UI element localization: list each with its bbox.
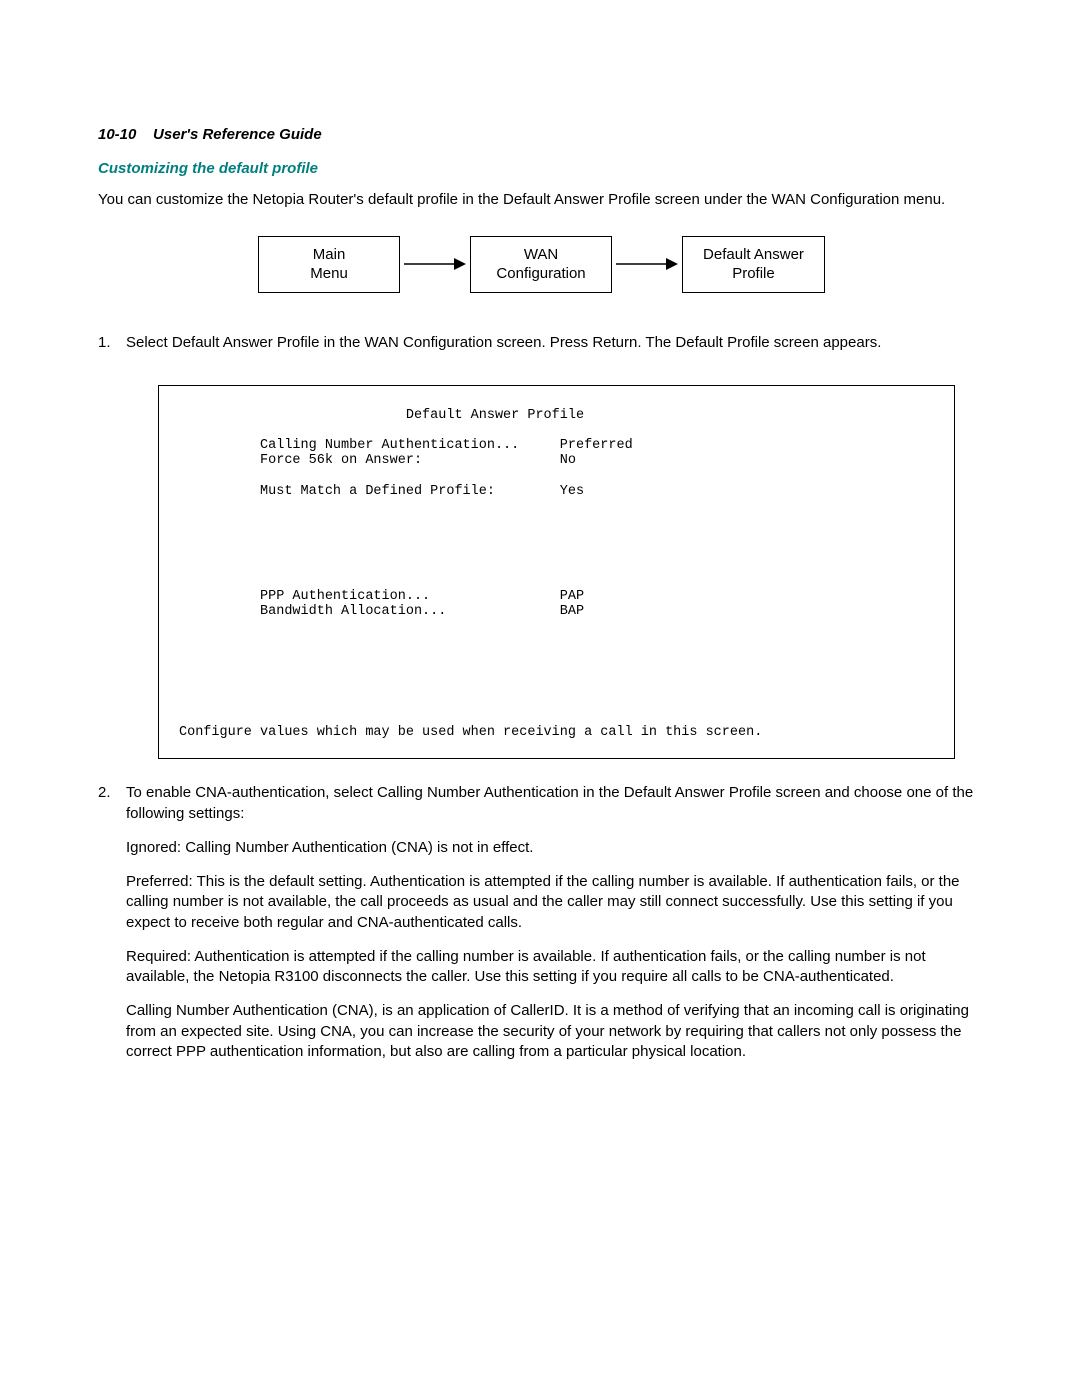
flow-box-line: Menu	[310, 265, 348, 282]
section-title: Customizing the default profile	[98, 159, 985, 179]
flow-box-default-answer-profile: Default Answer Profile	[682, 236, 825, 293]
cna-explanation: Calling Number Authentication (CNA), is …	[126, 1001, 985, 1062]
guide-title: User's Reference Guide	[153, 126, 322, 143]
step-text: Select Default Answer Profile in the WAN…	[126, 333, 985, 353]
option-ignored: Ignored: Calling Number Authentication (…	[126, 838, 985, 858]
flow-box-line: Configuration	[496, 265, 585, 282]
instruction-list-continued: 2. To enable CNA-authentication, select …	[98, 783, 985, 1076]
flow-box-main-menu: Main Menu	[258, 236, 400, 293]
step-number: 2.	[98, 783, 126, 1076]
terminal-screen: Default Answer Profile Calling Number Au…	[158, 385, 955, 759]
arrow-icon	[400, 254, 470, 274]
document-page: 10-10 User's Reference Guide Customizing…	[0, 0, 1080, 1397]
navigation-flow-diagram: Main Menu WAN Configuration Default Answ…	[98, 236, 985, 293]
flow-box-line: Main	[313, 246, 346, 263]
step-number: 1.	[98, 333, 126, 367]
page-header: 10-10 User's Reference Guide	[98, 125, 985, 145]
page-number: 10-10	[98, 126, 136, 143]
list-item: 1. Select Default Answer Profile in the …	[98, 333, 985, 367]
instruction-list: 1. Select Default Answer Profile in the …	[98, 333, 985, 367]
option-preferred: Preferred: This is the default setting. …	[126, 872, 985, 933]
flow-box-line: Default Answer	[703, 246, 804, 263]
intro-paragraph: You can customize the Netopia Router's d…	[98, 190, 985, 210]
flow-box-line: Profile	[732, 265, 775, 282]
list-item: 2. To enable CNA-authentication, select …	[98, 783, 985, 1076]
terminal-content: Default Answer Profile Calling Number Au…	[179, 408, 934, 740]
arrow-icon	[612, 254, 682, 274]
flow-box-wan-config: WAN Configuration	[470, 236, 612, 293]
option-required: Required: Authentication is attempted if…	[126, 947, 985, 988]
flow-box-line: WAN	[524, 246, 558, 263]
step-text: To enable CNA-authentication, select Cal…	[126, 783, 985, 824]
